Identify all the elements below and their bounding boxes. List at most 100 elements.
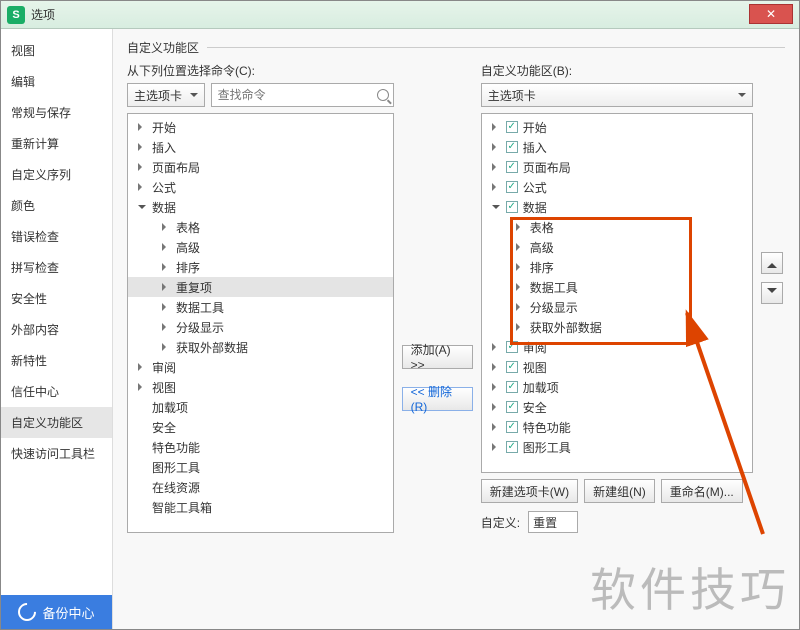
- new-tab-button[interactable]: 新建选项卡(W): [481, 479, 578, 503]
- expand-icon[interactable]: [138, 163, 146, 171]
- tree-node[interactable]: 排序: [128, 257, 393, 277]
- ribbon-node[interactable]: 插入: [482, 137, 753, 157]
- expand-icon[interactable]: [162, 303, 170, 311]
- checkbox[interactable]: [506, 361, 518, 373]
- new-group-button[interactable]: 新建组(N): [584, 479, 655, 503]
- ribbon-node[interactable]: 视图: [482, 357, 753, 377]
- sidebar-item-7[interactable]: 拼写检查: [1, 252, 112, 283]
- expand-icon[interactable]: [138, 363, 146, 371]
- checkbox[interactable]: [506, 121, 518, 133]
- ribbon-node[interactable]: 数据工具: [482, 277, 753, 297]
- tree-node[interactable]: 安全: [128, 417, 393, 437]
- checkbox[interactable]: [506, 181, 518, 193]
- checkbox[interactable]: [506, 381, 518, 393]
- tree-node[interactable]: 表格: [128, 217, 393, 237]
- tree-node[interactable]: 页面布局: [128, 157, 393, 177]
- expand-icon[interactable]: [516, 243, 524, 251]
- ribbon-target-combo[interactable]: 主选项卡: [481, 83, 754, 107]
- expand-icon[interactable]: [492, 343, 500, 351]
- expand-icon[interactable]: [162, 263, 170, 271]
- expand-icon[interactable]: [162, 323, 170, 331]
- expand-icon[interactable]: [516, 223, 524, 231]
- add-button[interactable]: 添加(A) >>: [402, 345, 473, 369]
- ribbon-node[interactable]: 排序: [482, 257, 753, 277]
- ribbon-node[interactable]: 公式: [482, 177, 753, 197]
- ribbon-node[interactable]: 安全: [482, 397, 753, 417]
- ribbon-node[interactable]: 开始: [482, 117, 753, 137]
- sidebar-item-4[interactable]: 自定义序列: [1, 159, 112, 190]
- expand-icon[interactable]: [492, 143, 500, 151]
- expand-icon[interactable]: [492, 163, 500, 171]
- expand-icon[interactable]: [162, 343, 170, 351]
- reset-combo[interactable]: 重置: [528, 511, 578, 533]
- checkbox[interactable]: [506, 401, 518, 413]
- commands-source-combo[interactable]: 主选项卡: [127, 83, 205, 107]
- ribbon-tree[interactable]: 开始插入页面布局公式数据表格高级排序数据工具分级显示获取外部数据审阅视图加载项安…: [481, 113, 754, 473]
- sidebar-item-6[interactable]: 错误检查: [1, 221, 112, 252]
- sidebar-item-13[interactable]: 快速访问工具栏: [1, 438, 112, 469]
- expand-icon[interactable]: [162, 283, 170, 291]
- checkbox[interactable]: [506, 341, 518, 353]
- rename-button[interactable]: 重命名(M)...: [661, 479, 743, 503]
- tree-node[interactable]: 视图: [128, 377, 393, 397]
- expand-icon[interactable]: [138, 383, 146, 391]
- checkbox[interactable]: [506, 201, 518, 213]
- ribbon-node[interactable]: 表格: [482, 217, 753, 237]
- search-commands[interactable]: [211, 83, 394, 107]
- sidebar-item-8[interactable]: 安全性: [1, 283, 112, 314]
- expand-icon[interactable]: [138, 143, 146, 151]
- sidebar-item-11[interactable]: 信任中心: [1, 376, 112, 407]
- sidebar-item-12[interactable]: 自定义功能区: [1, 407, 112, 438]
- tree-node[interactable]: 特色功能: [128, 437, 393, 457]
- expand-icon[interactable]: [492, 183, 500, 191]
- ribbon-node[interactable]: 加载项: [482, 377, 753, 397]
- expand-icon[interactable]: [492, 363, 500, 371]
- expand-icon[interactable]: [516, 263, 524, 271]
- sidebar-item-0[interactable]: 视图: [1, 35, 112, 66]
- tree-node[interactable]: 智能工具箱: [128, 497, 393, 517]
- commands-tree[interactable]: 开始插入页面布局公式数据表格高级排序重复项数据工具分级显示获取外部数据审阅视图加…: [127, 113, 394, 533]
- remove-button[interactable]: << 删除(R): [402, 387, 473, 411]
- tree-node[interactable]: 开始: [128, 117, 393, 137]
- tree-node[interactable]: 加载项: [128, 397, 393, 417]
- tree-node[interactable]: 审阅: [128, 357, 393, 377]
- move-down-button[interactable]: [761, 282, 783, 304]
- ribbon-node[interactable]: 审阅: [482, 337, 753, 357]
- ribbon-node[interactable]: 数据: [482, 197, 753, 217]
- expand-icon[interactable]: [516, 323, 524, 331]
- expand-icon[interactable]: [492, 383, 500, 391]
- expand-icon[interactable]: [492, 123, 500, 131]
- close-button[interactable]: ✕: [749, 4, 793, 24]
- search-input[interactable]: [216, 87, 375, 103]
- expand-icon[interactable]: [516, 283, 524, 291]
- sidebar-item-2[interactable]: 常规与保存: [1, 97, 112, 128]
- expand-icon[interactable]: [492, 443, 500, 451]
- ribbon-node[interactable]: 图形工具: [482, 437, 753, 457]
- expand-icon[interactable]: [162, 223, 170, 231]
- tree-node[interactable]: 获取外部数据: [128, 337, 393, 357]
- expand-icon[interactable]: [138, 183, 146, 191]
- ribbon-node[interactable]: 获取外部数据: [482, 317, 753, 337]
- backup-center-button[interactable]: 备份中心: [1, 595, 112, 629]
- expand-icon[interactable]: [492, 205, 500, 213]
- ribbon-node[interactable]: 高级: [482, 237, 753, 257]
- sidebar-item-5[interactable]: 颜色: [1, 190, 112, 221]
- tree-node[interactable]: 公式: [128, 177, 393, 197]
- sidebar-item-10[interactable]: 新特性: [1, 345, 112, 376]
- checkbox[interactable]: [506, 141, 518, 153]
- expand-icon[interactable]: [492, 423, 500, 431]
- expand-icon[interactable]: [492, 403, 500, 411]
- checkbox[interactable]: [506, 161, 518, 173]
- sidebar-item-9[interactable]: 外部内容: [1, 314, 112, 345]
- expand-icon[interactable]: [516, 303, 524, 311]
- expand-icon[interactable]: [138, 205, 146, 213]
- tree-node[interactable]: 数据工具: [128, 297, 393, 317]
- ribbon-node[interactable]: 分级显示: [482, 297, 753, 317]
- tree-node[interactable]: 图形工具: [128, 457, 393, 477]
- move-up-button[interactable]: [761, 252, 783, 274]
- sidebar-item-3[interactable]: 重新计算: [1, 128, 112, 159]
- sidebar-item-1[interactable]: 编辑: [1, 66, 112, 97]
- expand-icon[interactable]: [162, 243, 170, 251]
- expand-icon[interactable]: [138, 123, 146, 131]
- tree-node[interactable]: 数据: [128, 197, 393, 217]
